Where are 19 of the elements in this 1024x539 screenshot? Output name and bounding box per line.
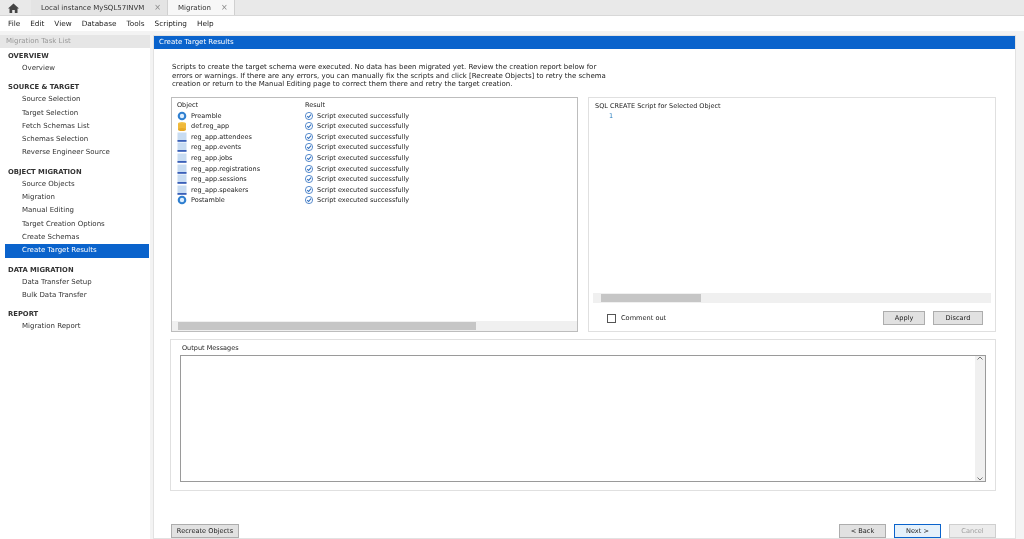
step-icon (177, 110, 187, 121)
success-icon (305, 196, 313, 205)
scroll-down-icon[interactable] (977, 477, 983, 481)
step-icon (177, 195, 187, 206)
horizontal-scrollbar[interactable] (172, 321, 577, 332)
home-icon (8, 2, 19, 13)
table-icon (177, 174, 187, 185)
close-icon[interactable]: × (221, 3, 228, 12)
table-icon (177, 131, 187, 142)
success-icon (305, 143, 313, 152)
horizontal-scrollbar[interactable] (593, 293, 991, 304)
table-icon (177, 153, 187, 164)
vertical-scrollbar[interactable] (975, 356, 985, 481)
scroll-up-icon[interactable] (977, 356, 983, 361)
success-icon (305, 111, 313, 120)
table-icon (177, 163, 187, 174)
schema-icon (177, 121, 187, 132)
table-icon (177, 142, 187, 153)
table-icon (177, 184, 187, 195)
